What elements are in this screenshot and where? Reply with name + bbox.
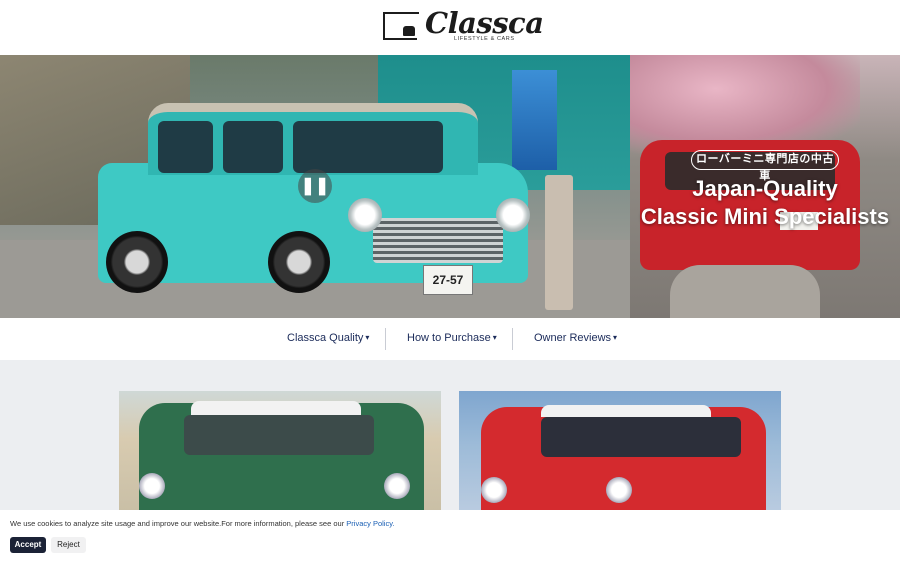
nav-label: How to Purchase: [407, 332, 491, 344]
hero-title-line1: Japan-Quality: [692, 176, 838, 201]
car-grille: [373, 218, 503, 263]
nav-divider: [385, 328, 386, 350]
hero-slideshow: 27-57 ❚❚ ローバーミニ専門店の中古車 Japan-Quality Cla…: [0, 55, 900, 318]
nav-label: Owner Reviews: [534, 332, 612, 344]
car-headlamp: [139, 473, 165, 499]
car-windscreen: [541, 417, 741, 457]
car-wheel: [106, 231, 168, 293]
caret-down-icon: ▾: [492, 333, 497, 342]
car-gallery: [0, 360, 900, 511]
car-headlamp: [496, 198, 530, 232]
red-mini-car: [481, 405, 766, 511]
hero-rock: [670, 265, 820, 318]
car-window: [158, 121, 213, 173]
license-plate: 27-57: [423, 265, 473, 295]
cookie-banner: We use cookies to analyze site usage and…: [0, 510, 900, 563]
car-wheel: [268, 231, 330, 293]
car-headlamp: [348, 198, 382, 232]
nav-classca-quality[interactable]: Classca Quality ▾: [287, 332, 369, 344]
car-headlamp: [481, 477, 507, 503]
car-windscreen: [293, 121, 443, 173]
car-logo-icon: [403, 26, 415, 36]
reject-button[interactable]: Reject: [51, 537, 86, 553]
hero-title: Japan-Quality Classic Mini Specialists: [640, 175, 890, 231]
cookie-message: We use cookies to analyze site usage and…: [10, 519, 395, 528]
car-window: [223, 121, 283, 173]
nav-label: Classca Quality: [287, 332, 364, 344]
cookie-text: We use cookies to analyze site usage and…: [10, 519, 347, 528]
car-headlamp: [384, 473, 410, 499]
car-card-red-mini[interactable]: [459, 391, 781, 511]
site-logo[interactable]: Classca LIFESTYLE & CARS: [383, 6, 544, 46]
car-card-green-mini[interactable]: [119, 391, 441, 511]
car-windscreen: [184, 415, 374, 455]
logo-tagline: LIFESTYLE & CARS: [454, 36, 515, 42]
main-nav: Classca Quality ▾ How to Purchase ▾ Owner …: [0, 318, 900, 360]
caret-down-icon: ▾: [365, 333, 370, 342]
caret-down-icon: ▾: [613, 333, 618, 342]
nav-divider: [512, 328, 513, 350]
nav-owner-reviews[interactable]: Owner Reviews ▾: [534, 332, 617, 344]
logo-wordmark: Classca: [425, 6, 544, 40]
car-roof: [541, 405, 711, 417]
nav-how-to-purchase[interactable]: How to Purchase ▾: [407, 332, 497, 344]
hero-badge: ローバーミニ専門店の中古車: [691, 150, 839, 182]
hero-post: [545, 175, 573, 310]
pause-icon[interactable]: ❚❚: [298, 169, 332, 203]
green-mini-car: [139, 401, 424, 511]
car-headlamp: [606, 477, 632, 503]
accept-button[interactable]: Accept: [10, 537, 46, 553]
site-header: Classca LIFESTYLE & CARS: [0, 0, 900, 55]
garage-logo-icon: [383, 12, 419, 40]
car-roof: [191, 401, 361, 415]
privacy-policy-link[interactable]: Privacy Policy.: [346, 519, 394, 528]
hero-title-line2: Classic Mini Specialists: [640, 204, 890, 229]
